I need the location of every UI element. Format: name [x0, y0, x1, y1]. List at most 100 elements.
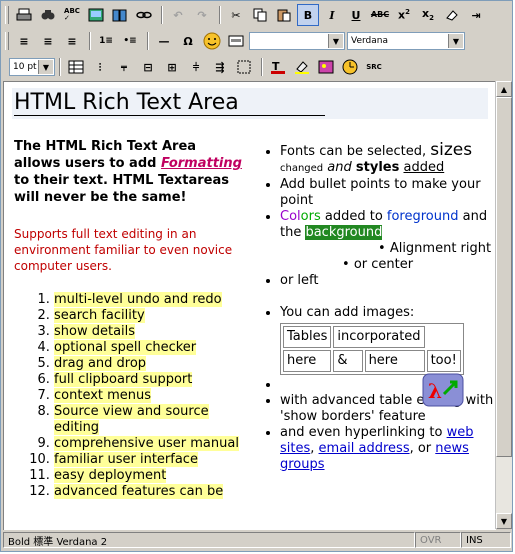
redo-icon[interactable]: ↷	[191, 4, 213, 26]
rich-text-area[interactable]: HTML Rich Text Area The HTML Rich Text A…	[3, 81, 496, 530]
list-item: comprehensive user manual	[54, 436, 244, 452]
aligned-center: • or center	[342, 257, 414, 272]
editor-heading: HTML Rich Text Area	[12, 88, 488, 119]
horizontal-rule-icon[interactable]: —	[153, 30, 175, 52]
insert-column-icon[interactable]: ⫶	[89, 56, 111, 78]
align-left-icon[interactable]: ≡	[13, 30, 35, 52]
table-cell[interactable]: here	[364, 350, 425, 372]
list-item: context menus	[54, 388, 244, 404]
clock-icon[interactable]	[339, 56, 361, 78]
toolbar-row-3: 10 pt ▼ ⫶ ⫧ ⊟ ⊞ ⫩ ⇶ T SRC	[3, 56, 387, 78]
list-item: show details	[54, 324, 244, 340]
status-format: Bold 標準 Verdana 2	[3, 532, 415, 548]
list-item: advanced features can be	[54, 484, 244, 500]
bullet-list-icon[interactable]: •≡	[119, 30, 141, 52]
italic-icon[interactable]: I	[321, 4, 343, 26]
split-cells-icon[interactable]: ⇶	[209, 56, 231, 78]
image-properties-icon[interactable]	[315, 56, 337, 78]
align-center-icon[interactable]: ≡	[37, 30, 59, 52]
list-item: Add bullet points to make your point	[280, 177, 496, 209]
superscript-icon[interactable]: x2	[393, 4, 415, 26]
special-char-icon[interactable]: Ω	[177, 30, 199, 52]
toolbar-separator	[261, 58, 263, 76]
scroll-thumb[interactable]	[496, 97, 512, 457]
text-color-icon[interactable]: T	[267, 56, 289, 78]
table-cell[interactable]: incorporated	[333, 326, 425, 348]
feature-bullets: Fonts can be selected, sizeschanged and …	[268, 142, 496, 473]
source-view-button[interactable]: SRC	[363, 56, 385, 78]
editor-window: ABC ✓ ↶ ↷ ✂ B I U ABC x2 x2 ⇥ ≡ ≡ ≡ 1≡ •≡…	[0, 0, 513, 552]
bold-icon[interactable]: B	[297, 4, 319, 26]
eraser-icon[interactable]	[441, 4, 463, 26]
font-name-select[interactable]: Verdana ▼	[347, 32, 465, 50]
undo-icon[interactable]: ↶	[167, 4, 189, 26]
left-column: The HTML Rich Text Area allows users to …	[14, 138, 244, 500]
indent-icon[interactable]: ⇥	[465, 4, 487, 26]
delete-column-icon[interactable]: ⊟	[137, 56, 159, 78]
list-item: or left	[280, 273, 496, 289]
chevron-down-icon[interactable]: ▼	[38, 60, 53, 74]
book-icon[interactable]	[109, 4, 131, 26]
list-item: search facility	[54, 308, 244, 324]
image-icon[interactable]	[85, 4, 107, 26]
formatting-word: Formatting	[160, 156, 242, 171]
svg-text:λ: λ	[428, 379, 442, 403]
highlight-color-icon[interactable]	[291, 56, 313, 78]
list-item: drag and drop	[54, 356, 244, 372]
table-cell[interactable]: here	[283, 350, 332, 372]
font-size-select[interactable]: 10 pt ▼	[9, 58, 55, 76]
paste-icon[interactable]	[273, 4, 295, 26]
list-item: multi-level undo and redo	[54, 292, 244, 308]
demo-table[interactable]: Tables incorporated here & here too!	[280, 323, 464, 375]
scroll-down-icon[interactable]: ▼	[496, 513, 512, 529]
numbered-list-icon[interactable]: 1≡	[95, 30, 117, 52]
merge-cells-icon[interactable]: ⫩	[185, 56, 207, 78]
scroll-up-icon[interactable]: ▲	[496, 81, 512, 97]
right-column: Fonts can be selected, sizeschanged and …	[268, 142, 496, 473]
table-cell[interactable]: too!	[426, 350, 461, 372]
smiley-icon[interactable]	[201, 30, 223, 52]
insert-row-icon[interactable]: ⫧	[113, 56, 135, 78]
show-borders-icon[interactable]	[233, 56, 255, 78]
print-icon[interactable]	[13, 4, 35, 26]
aligned-right: • Alignment right	[378, 241, 492, 256]
find-icon[interactable]	[37, 4, 59, 26]
toolbar-row-2: ≡ ≡ ≡ 1≡ •≡ — Ω ▼ Verdana ▼	[3, 30, 465, 52]
toolbar-separator	[59, 58, 61, 76]
table-cell[interactable]: &	[333, 350, 363, 372]
list-item: Colors added to foreground and the backg…	[280, 209, 496, 273]
status-bar: Bold 標準 Verdana 2 OVR INS	[3, 530, 512, 550]
list-item: You can add images: λ Tablesincorporated…	[280, 305, 496, 407]
underline-icon[interactable]: U	[345, 4, 367, 26]
list-item: familiar user interface	[54, 452, 244, 468]
table-cell[interactable]: Tables	[283, 326, 332, 348]
feature-list: multi-level undo and redo search facilit…	[14, 292, 244, 500]
delete-row-icon[interactable]: ⊞	[161, 56, 183, 78]
font-format-select[interactable]: ▼	[249, 32, 345, 50]
strikethrough-icon[interactable]: ABC	[369, 4, 391, 26]
list-item: and even hyperlinking to web sites, emai…	[280, 425, 496, 473]
chevron-down-icon[interactable]: ▼	[328, 34, 343, 48]
list-item: easy deployment	[54, 468, 244, 484]
vertical-scrollbar[interactable]: ▲ ▼	[495, 81, 512, 529]
toolbar-separator	[161, 6, 163, 24]
list-item: Source view and source editing	[54, 404, 244, 436]
form-icon[interactable]	[225, 30, 247, 52]
copy-icon[interactable]	[249, 4, 271, 26]
intro-paragraph: The HTML Rich Text Area allows users to …	[14, 139, 242, 205]
toolbar-grip[interactable]	[5, 6, 9, 24]
insert-table-icon[interactable]	[65, 56, 87, 78]
list-item: Fonts can be selected, sizeschanged and …	[280, 142, 496, 177]
email-link[interactable]: email address	[319, 441, 410, 456]
lambda-image[interactable]: λ	[420, 370, 466, 410]
subscript-icon[interactable]: x2	[417, 4, 439, 26]
toolbar-row-1: ABC ✓ ↶ ↷ ✂ B I U ABC x2 x2 ⇥	[3, 4, 489, 26]
toolbar-grip[interactable]	[5, 32, 9, 50]
cut-icon[interactable]: ✂	[225, 4, 247, 26]
spellcheck-icon[interactable]: ABC ✓	[61, 4, 83, 26]
status-ovr: OVR	[415, 532, 461, 548]
link-icon[interactable]	[133, 4, 155, 26]
list-item: full clipboard support	[54, 372, 244, 388]
chevron-down-icon[interactable]: ▼	[448, 34, 463, 48]
align-right-icon[interactable]: ≡	[61, 30, 83, 52]
